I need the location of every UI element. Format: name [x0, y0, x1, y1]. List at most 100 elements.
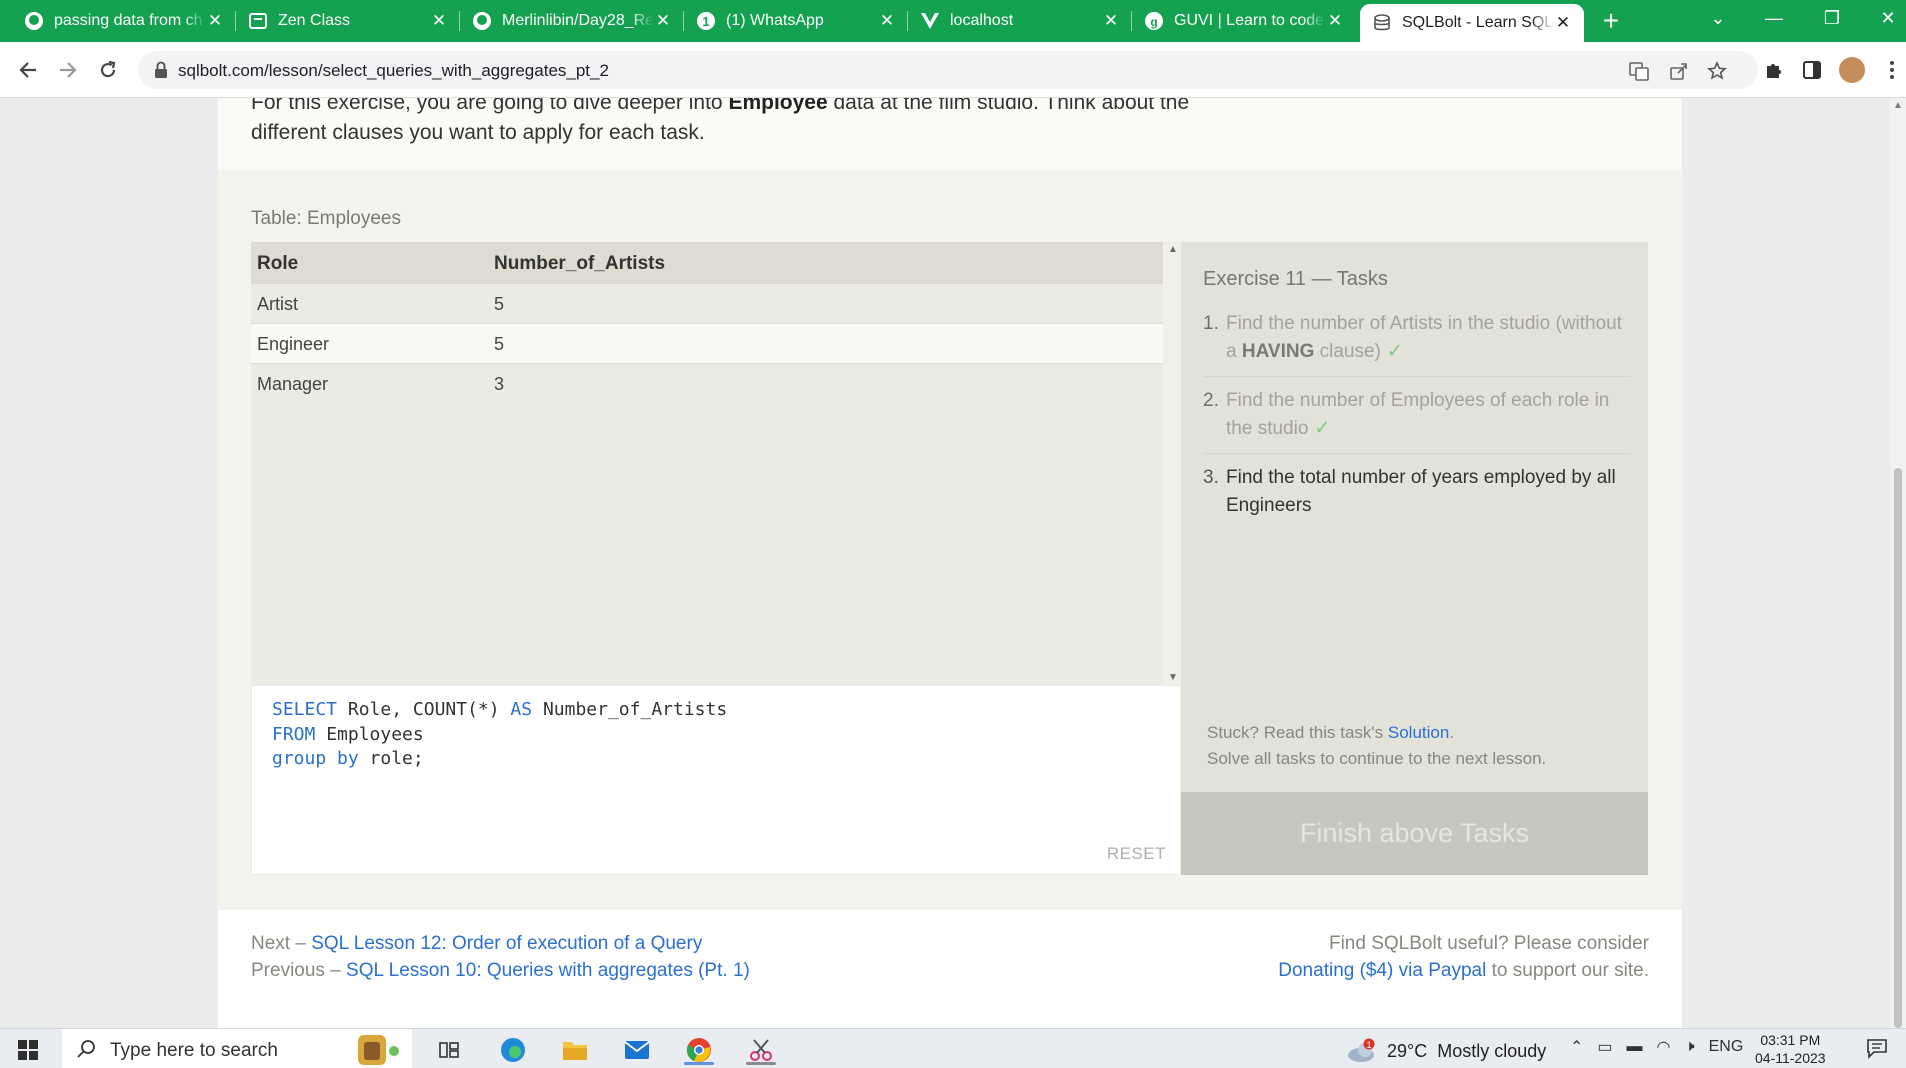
side-panel-icon[interactable] — [1798, 56, 1826, 84]
sql-code[interactable]: SELECT Role, COUNT(*) AS Number_of_Artis… — [272, 698, 727, 772]
tab-title: localhost — [950, 12, 1014, 29]
tab-localhost[interactable]: localhost ✕ — [908, 0, 1132, 42]
table-label: Table: Employees — [251, 208, 401, 229]
document-icon — [248, 11, 268, 31]
lesson-content: For this exercise, you are going to dive… — [218, 98, 1682, 1028]
close-window-button[interactable]: ✕ — [1874, 8, 1902, 29]
chrome-menu-icon[interactable] — [1878, 56, 1906, 84]
tab-search-chevron-icon[interactable]: ⌄ — [1704, 8, 1732, 29]
task-item: 3. Find the total number of years employe… — [1203, 467, 1616, 516]
guvi-icon: g — [1144, 11, 1164, 31]
extensions-puzzle-icon[interactable] — [1760, 56, 1788, 84]
address-bar[interactable]: sqlbolt.com/lesson/select_queries_with_a… — [138, 51, 1758, 89]
back-button[interactable] — [14, 56, 42, 84]
cell-count: 3 — [494, 374, 505, 394]
back-arrow-icon — [19, 62, 36, 78]
lock-icon — [155, 61, 167, 78]
browser-toolbar: sqlbolt.com/lesson/select_queries_with_a… — [0, 42, 1906, 98]
profile-avatar[interactable] — [1838, 56, 1866, 84]
github-icon — [24, 11, 44, 31]
translate-icon[interactable] — [1628, 60, 1650, 82]
windows-start-icon[interactable] — [18, 1040, 38, 1060]
reload-icon — [100, 60, 116, 78]
page-scrollbar[interactable]: ▲ — [1890, 98, 1906, 1028]
scroll-down-arrow-icon[interactable]: ▼ — [1168, 672, 1178, 683]
donate-link[interactable]: Donating ($4) via Paypal — [1278, 960, 1486, 981]
task-view-icon[interactable] — [434, 1035, 464, 1065]
language-indicator[interactable]: ENG — [1709, 1038, 1744, 1056]
wifi-icon[interactable]: ◠ — [1657, 1037, 1671, 1057]
next-lesson-link[interactable]: SQL Lesson 12: Order of execution of a Q… — [311, 933, 702, 954]
battery-icon[interactable]: ▬ — [1627, 1038, 1643, 1056]
close-icon[interactable]: ✕ — [206, 11, 224, 30]
cloud-icon: 1 — [1348, 1038, 1375, 1062]
notifications-icon[interactable] — [1866, 1037, 1888, 1064]
task-item: 2. Find the number of Employees of each r… — [1203, 387, 1631, 454]
column-header-number-of-artists: Number_of_Artists — [494, 253, 666, 274]
finish-tasks-button[interactable]: Finish above Tasks — [1181, 792, 1648, 875]
url-text[interactable]: sqlbolt.com/lesson/select_queries_with_a… — [178, 61, 609, 81]
weather-widget[interactable]: 1 29°C Mostly cloudy — [1345, 1038, 1546, 1064]
cell-role: Manager — [257, 374, 329, 394]
previous-lesson-link[interactable]: SQL Lesson 10: Queries with aggregates (… — [346, 960, 750, 981]
scroll-up-arrow-icon[interactable]: ▲ — [1893, 100, 1903, 111]
results-scrollbar[interactable]: ▲ ▼ — [1163, 242, 1181, 685]
cell-count: 5 — [494, 334, 505, 354]
close-icon[interactable]: ✕ — [1554, 13, 1572, 32]
chevron-up-icon[interactable]: ⌃ — [1570, 1037, 1583, 1057]
table-row: Engineer 5 — [251, 324, 1163, 364]
sql-editor[interactable]: SELECT Role, COUNT(*) AS Number_of_Artis… — [251, 685, 1181, 875]
close-icon[interactable]: ✕ — [878, 11, 896, 30]
scrollbar-thumb[interactable] — [1894, 468, 1902, 1028]
close-icon[interactable]: ✕ — [1326, 11, 1344, 30]
minimize-button[interactable]: — — [1760, 8, 1788, 29]
page-viewport: For this exercise, you are going to dive… — [0, 98, 1890, 1028]
volume-icon[interactable]: 🕨 — [1685, 1038, 1695, 1056]
meet-now-icon[interactable]: ▭ — [1597, 1037, 1612, 1057]
svg-text:1: 1 — [1366, 1040, 1371, 1050]
tab-guvi[interactable]: g GUVI | Learn to code ✕ — [1132, 0, 1356, 42]
time: 03:31 PM — [1760, 1032, 1821, 1048]
table-row: Manager 3 — [251, 364, 1163, 404]
tasks-title: Exercise 11 — Tasks — [1203, 268, 1388, 290]
tab-sqlbolt[interactable]: SQLBolt - Learn SQL ✕ — [1360, 4, 1584, 42]
close-icon[interactable]: ✕ — [1102, 11, 1120, 30]
reload-button[interactable] — [94, 56, 122, 84]
solution-link[interactable]: Solution — [1388, 723, 1449, 742]
tab-title: passing data from ch — [54, 12, 203, 29]
chrome-icon[interactable] — [684, 1035, 714, 1065]
tab-github-passing-data[interactable]: passing data from ch ✕ — [12, 0, 236, 42]
github-icon — [472, 11, 492, 31]
share-icon[interactable] — [1668, 60, 1690, 82]
table-header: Role Number_of_Artists — [251, 242, 1163, 284]
close-icon[interactable]: ✕ — [654, 11, 672, 30]
cell-count: 5 — [494, 294, 505, 314]
file-explorer-icon[interactable] — [560, 1035, 590, 1065]
tab-title: Merlinlibin/Day28_Re — [502, 12, 654, 29]
snipping-tool-icon[interactable] — [746, 1035, 776, 1065]
forward-button[interactable] — [54, 56, 82, 84]
code-line: FROM Employees — [272, 723, 424, 745]
tab-zen-class[interactable]: Zen Class ✕ — [236, 0, 460, 42]
pager-nav: Next – SQL Lesson 12: Order of execution… — [251, 933, 750, 981]
tab-title: SQLBolt - Learn SQL — [1402, 14, 1554, 31]
task-item: 1. Find the number of Artists in the stud… — [1203, 310, 1631, 377]
taskbar-search[interactable]: Type here to search — [62, 1029, 412, 1068]
tab-whatsapp[interactable]: 1 (1) WhatsApp ✕ — [684, 0, 908, 42]
exercise-intro: For this exercise, you are going to dive… — [218, 98, 1682, 170]
svg-text:1: 1 — [702, 14, 709, 29]
clock[interactable]: 03:31 PM 04-11-2023 — [1755, 1031, 1826, 1067]
checkmark-icon: ✓ — [1386, 341, 1403, 362]
system-tray: ⌃ ▭ ▬ ◠ 🕨 ENG — [1570, 1037, 1743, 1057]
close-icon[interactable]: ✕ — [430, 11, 448, 30]
tab-github-day28[interactable]: Merlinlibin/Day28_Re ✕ — [460, 0, 684, 42]
mail-icon[interactable] — [622, 1035, 652, 1065]
restore-button[interactable]: ❐ — [1818, 8, 1846, 29]
code-line: SELECT Role, COUNT(*) AS Number_of_Artis… — [272, 699, 728, 720]
bookmark-star-icon[interactable] — [1706, 60, 1728, 82]
scroll-up-arrow-icon[interactable]: ▲ — [1168, 244, 1178, 255]
whatsapp-icon: 1 — [696, 11, 716, 31]
edge-browser-icon[interactable] — [498, 1035, 528, 1065]
new-tab-button[interactable]: + — [1598, 7, 1624, 35]
reset-button[interactable]: RESET — [1107, 844, 1166, 864]
